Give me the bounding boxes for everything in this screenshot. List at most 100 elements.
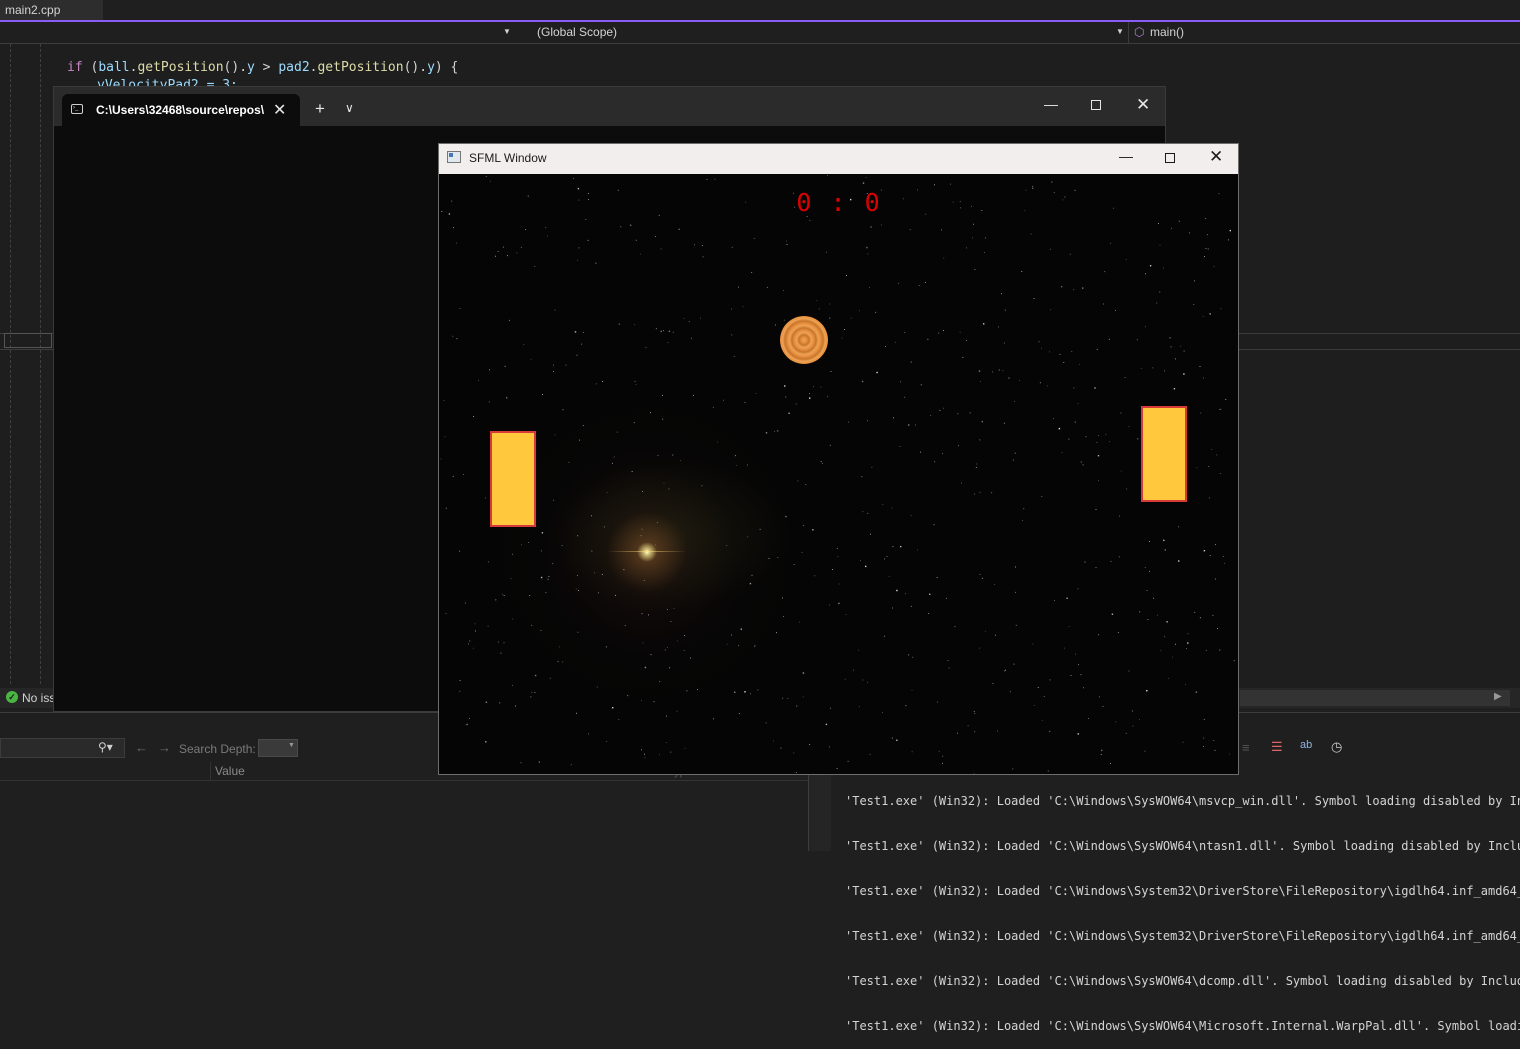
star (602, 574, 603, 575)
star (1078, 403, 1079, 404)
search-back-arrow-icon[interactable]: ← (135, 740, 148, 755)
star (607, 492, 608, 493)
close-window-icon[interactable]: ✕ (1136, 95, 1150, 115)
minimize-icon[interactable]: — (1119, 148, 1133, 164)
star (673, 332, 674, 333)
star (900, 381, 901, 382)
star (974, 713, 975, 714)
star (1137, 439, 1138, 440)
new-tab-plus-icon[interactable]: + (315, 99, 325, 119)
star (498, 251, 499, 252)
scope-dropdown-arrow-icon[interactable]: ▼ (1116, 27, 1124, 36)
star (1063, 200, 1064, 201)
star (829, 304, 830, 305)
star (618, 719, 619, 720)
star (867, 682, 868, 683)
tab-dropdown-chevron-icon[interactable]: ∨ (345, 101, 354, 115)
star (624, 569, 625, 570)
function-dropdown[interactable]: main() (1150, 25, 1184, 39)
star (1063, 362, 1064, 363)
game-canvas[interactable]: 0 : 0 (439, 174, 1238, 774)
star (1160, 650, 1161, 651)
star (620, 226, 621, 227)
star (1215, 750, 1216, 751)
scope-dropdown[interactable]: (Global Scope) (537, 25, 617, 39)
star (636, 384, 637, 385)
output-word-wrap-icon[interactable]: ab (1300, 739, 1312, 751)
column-divider[interactable] (210, 762, 211, 780)
star (1041, 496, 1042, 497)
output-clear-all-icon[interactable]: ☰ (1271, 739, 1283, 755)
star (576, 589, 577, 590)
scroll-right-arrow-icon[interactable]: ▶ (1494, 691, 1502, 702)
star (898, 283, 899, 284)
project-dropdown-arrow-icon[interactable]: ▼ (503, 27, 511, 36)
star (760, 529, 761, 530)
star (702, 245, 703, 246)
star (1174, 388, 1175, 389)
star (663, 330, 664, 331)
star (1101, 754, 1102, 755)
horizontal-scrollbar[interactable] (1240, 690, 1510, 706)
star (1180, 346, 1181, 347)
star (656, 328, 657, 329)
star (502, 594, 503, 595)
star (535, 692, 536, 693)
star (1215, 579, 1216, 580)
star (832, 569, 833, 570)
maximize-icon[interactable] (1091, 100, 1101, 110)
output-align-icon[interactable]: ≡ (1242, 740, 1250, 755)
minimize-icon[interactable]: — (1044, 96, 1058, 112)
star (469, 718, 470, 719)
star (862, 476, 863, 477)
watch-value-column-header[interactable]: Value (215, 764, 245, 778)
star (809, 393, 810, 394)
terminal-tab-title[interactable]: C:\Users\32468\source\repos\ (96, 103, 266, 117)
star (930, 415, 931, 416)
star (785, 516, 786, 517)
star (505, 366, 506, 367)
close-window-icon[interactable]: ✕ (1209, 147, 1223, 167)
star (1133, 726, 1134, 727)
star (485, 741, 486, 742)
star (960, 208, 961, 209)
star (1038, 687, 1039, 688)
star (446, 613, 447, 614)
star (630, 225, 631, 226)
search-forward-arrow-icon[interactable]: → (158, 740, 171, 755)
star (588, 240, 589, 241)
search-icon[interactable]: ⚲▾ (98, 740, 113, 754)
star (662, 395, 663, 396)
output-window[interactable]: 'Test1.exe' (Win32): Loaded 'C:\Windows\… (845, 764, 1520, 1049)
star (1220, 473, 1221, 474)
star (1175, 644, 1176, 645)
star (802, 552, 803, 553)
star (642, 613, 643, 614)
star (531, 697, 532, 698)
star (756, 393, 757, 394)
code-line[interactable]: if (ball.getPosition().y > pad2.getPosit… (67, 60, 458, 75)
star (911, 606, 912, 607)
star (614, 457, 615, 458)
panel-splitter[interactable] (808, 762, 831, 851)
star (1019, 380, 1020, 381)
star (809, 744, 810, 745)
output-line: 'Test1.exe' (Win32): Loaded 'C:\Windows\… (845, 1019, 1520, 1034)
star (553, 371, 554, 372)
star (787, 698, 788, 699)
star (783, 290, 784, 291)
star (1071, 351, 1072, 352)
maximize-icon[interactable] (1165, 153, 1175, 163)
document-tab-main2[interactable]: main2.cpp (0, 0, 103, 20)
star (1010, 691, 1011, 692)
star (499, 703, 500, 704)
star (1163, 540, 1164, 541)
star (465, 603, 466, 604)
chevron-down-icon[interactable]: ▼ (288, 742, 295, 749)
close-tab-icon[interactable]: ✕ (273, 100, 286, 120)
star (453, 476, 454, 477)
star (563, 409, 564, 410)
star (745, 202, 746, 203)
split-handle[interactable] (4, 333, 52, 348)
output-timestamp-clock-icon[interactable]: ◷ (1331, 739, 1342, 755)
